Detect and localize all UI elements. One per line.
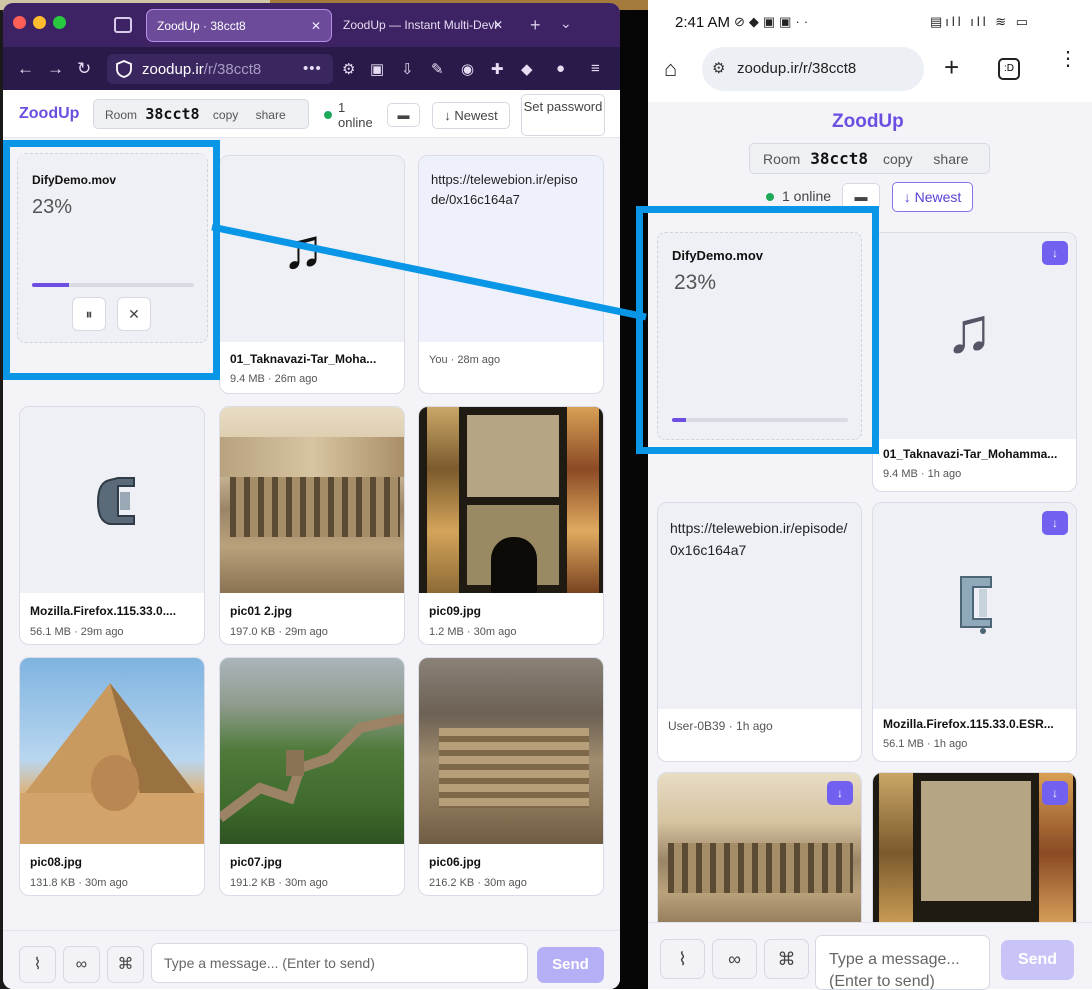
highlight-connector — [211, 223, 647, 321]
